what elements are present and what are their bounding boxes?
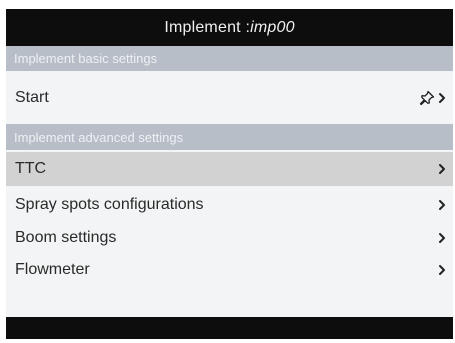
row-flowmeter[interactable]: Flowmeter [6,254,453,286]
section-header-basic: Implement basic settings [6,46,453,71]
implement-name: imp00 [250,18,295,36]
row-label-boom-settings: Boom settings [15,228,117,246]
row-ttc[interactable]: TTC [6,152,453,186]
chevron-right-icon [439,164,445,174]
row-label-start: Start [15,88,49,106]
title-prefix: Implement : [164,18,251,36]
chevron-right-icon [439,200,445,210]
row-boom-settings[interactable]: Boom settings [6,221,453,254]
bottom-bar [6,317,453,339]
section-header-advanced: Implement advanced settings [6,124,453,150]
pin-icon[interactable] [419,90,435,106]
section-label-advanced: Implement advanced settings [14,129,184,145]
chevron-right-icon [439,265,445,275]
row-spray-spots[interactable]: Spray spots configurations [6,189,453,221]
chevron-right-icon [439,232,445,243]
section-label-basic: Implement basic settings [14,51,158,66]
row-label-flowmeter: Flowmeter [15,261,90,278]
row-label-spray-spots: Spray spots configurations [15,196,204,213]
row-label-ttc: TTC [15,160,47,177]
row-start[interactable]: Start [6,71,453,124]
chevron-right-icon [439,92,445,103]
implement-screen: Implement : imp00 Implement basic settin… [6,9,453,339]
title-bar: Implement : imp00 [6,9,453,46]
